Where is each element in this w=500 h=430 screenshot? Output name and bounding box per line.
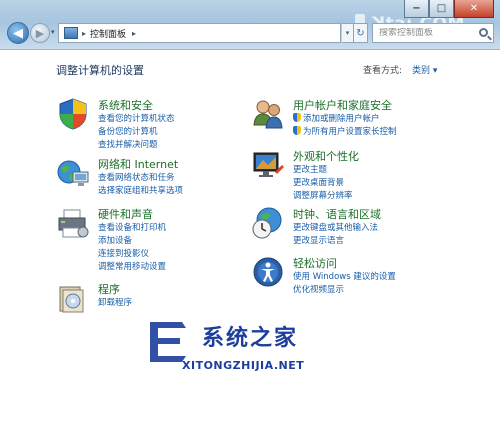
link-uninstall-program[interactable]: 卸载程序 — [98, 296, 132, 308]
link-label: 为所有用户设置家长控制 — [303, 127, 397, 137]
category-ease-of-access: 轻松访问 使用 Windows 建议的设置 优化视频显示 — [251, 255, 491, 299]
link-troubleshoot[interactable]: 查找并解决问题 — [98, 138, 158, 150]
category-system-security: 系统和安全 查看您的计算机状态 备份您的计算机 查找并解决问题 — [56, 97, 246, 153]
category-title[interactable]: 外观和个性化 — [293, 148, 359, 164]
title-bar: ꓘtaj.COM − □ ✕ ◀ ▶ ▾ ▸ 控制面板 ▸ ▾ ↻ — [0, 0, 500, 50]
link-parental-controls[interactable]: 为所有用户设置家长控制 — [293, 125, 397, 137]
control-panel-content: 调整计算机的设置 查看方式: 类别 ▾ 系统和安全 查看您的计算机状态 备份您的… — [0, 51, 500, 430]
view-by-dropdown[interactable]: 类别 ▾ — [412, 63, 437, 76]
back-button[interactable]: ◀ — [7, 22, 29, 44]
category-appearance: 外观和个性化 更改主题 更改桌面背景 调整屏幕分辨率 — [251, 148, 491, 204]
printer-icon — [58, 209, 89, 238]
category-title[interactable]: 系统和安全 — [98, 97, 153, 113]
search-input[interactable] — [379, 28, 474, 38]
link-view-network-status[interactable]: 查看网络状态和任务 — [98, 171, 175, 183]
forward-button[interactable]: ▶ — [30, 23, 50, 43]
accessibility-icon — [253, 257, 283, 287]
breadcrumb-separator[interactable]: ▸ — [82, 29, 86, 38]
link-change-input-methods[interactable]: 更改键盘或其他输入法 — [293, 221, 378, 233]
network-globe-icon — [57, 160, 89, 186]
refresh-button[interactable]: ↻ — [354, 23, 368, 43]
category-clock-language-region: 时钟、语言和区域 更改键盘或其他输入法 更改显示语言 — [251, 206, 491, 250]
uac-shield-icon — [293, 113, 301, 122]
address-bar[interactable]: ▸ 控制面板 ▸ — [58, 23, 341, 43]
view-by-label: 查看方式: — [363, 66, 403, 76]
category-user-accounts: 用户帐户和家庭安全 添加或删除用户帐户 为所有用户设置家长控制 — [251, 97, 491, 141]
minimize-button[interactable]: − — [404, 0, 429, 18]
link-homegroup-sharing[interactable]: 选择家庭组和共享选项 — [98, 184, 183, 196]
programs-icon — [59, 286, 84, 313]
search-icon[interactable] — [479, 28, 488, 37]
link-change-display-language[interactable]: 更改显示语言 — [293, 234, 344, 246]
watermark-subtitle: XITONGZHIJIA.NET — [182, 359, 305, 372]
category-title[interactable]: 网络和 Internet — [98, 156, 178, 172]
window-controls: − □ ✕ — [404, 0, 494, 18]
breadcrumb-control-panel[interactable]: 控制面板 — [90, 27, 126, 40]
link-optimize-visual-display[interactable]: 优化视频显示 — [293, 283, 344, 295]
link-view-computer-status[interactable]: 查看您的计算机状态 — [98, 112, 175, 124]
users-icon — [253, 100, 283, 129]
control-panel-icon — [64, 27, 78, 39]
category-network-internet: 网络和 Internet 查看网络状态和任务 选择家庭组和共享选项 — [56, 156, 246, 200]
category-title[interactable]: 硬件和声音 — [98, 206, 153, 222]
category-title[interactable]: 程序 — [98, 281, 120, 297]
link-backup-computer[interactable]: 备份您的计算机 — [98, 125, 158, 137]
recent-pages-dropdown[interactable]: ▾ — [51, 28, 55, 36]
link-connect-projector[interactable]: 连接到投影仪 — [98, 247, 149, 259]
site-watermark: 系统之家 XITONGZHIJIA.NET — [140, 314, 390, 384]
clock-globe-icon — [252, 207, 282, 239]
link-label: 添加或删除用户帐户 — [303, 114, 380, 124]
page-title: 调整计算机的设置 — [56, 64, 144, 77]
search-box[interactable] — [372, 23, 494, 43]
uac-shield-icon — [293, 126, 301, 135]
category-title[interactable]: 轻松访问 — [293, 255, 337, 271]
link-devices-printers[interactable]: 查看设备和打印机 — [98, 221, 166, 233]
link-mobility-settings[interactable]: 调整常用移动设置 — [98, 260, 166, 272]
breadcrumb-arrow[interactable]: ▸ — [132, 29, 136, 38]
link-add-remove-accounts[interactable]: 添加或删除用户帐户 — [293, 112, 380, 124]
link-windows-recommended-settings[interactable]: 使用 Windows 建议的设置 — [293, 270, 396, 282]
category-hardware-sound: 硬件和声音 查看设备和打印机 添加设备 连接到投影仪 调整常用移动设置 — [56, 206, 246, 276]
address-history-dropdown[interactable]: ▾ — [342, 23, 354, 43]
category-programs: 程序 卸载程序 — [56, 281, 246, 317]
category-title[interactable]: 用户帐户和家庭安全 — [293, 97, 392, 113]
monitor-icon — [253, 152, 284, 177]
link-add-device[interactable]: 添加设备 — [98, 234, 132, 246]
watermark-title: 系统之家 — [202, 325, 299, 351]
category-title[interactable]: 时钟、语言和区域 — [293, 206, 381, 222]
maximize-button[interactable]: □ — [429, 0, 454, 18]
link-change-theme[interactable]: 更改主题 — [293, 163, 327, 175]
link-desktop-background[interactable]: 更改桌面背景 — [293, 176, 344, 188]
shield-icon — [59, 98, 87, 130]
close-button[interactable]: ✕ — [454, 0, 494, 18]
link-screen-resolution[interactable]: 调整屏幕分辨率 — [293, 189, 353, 201]
